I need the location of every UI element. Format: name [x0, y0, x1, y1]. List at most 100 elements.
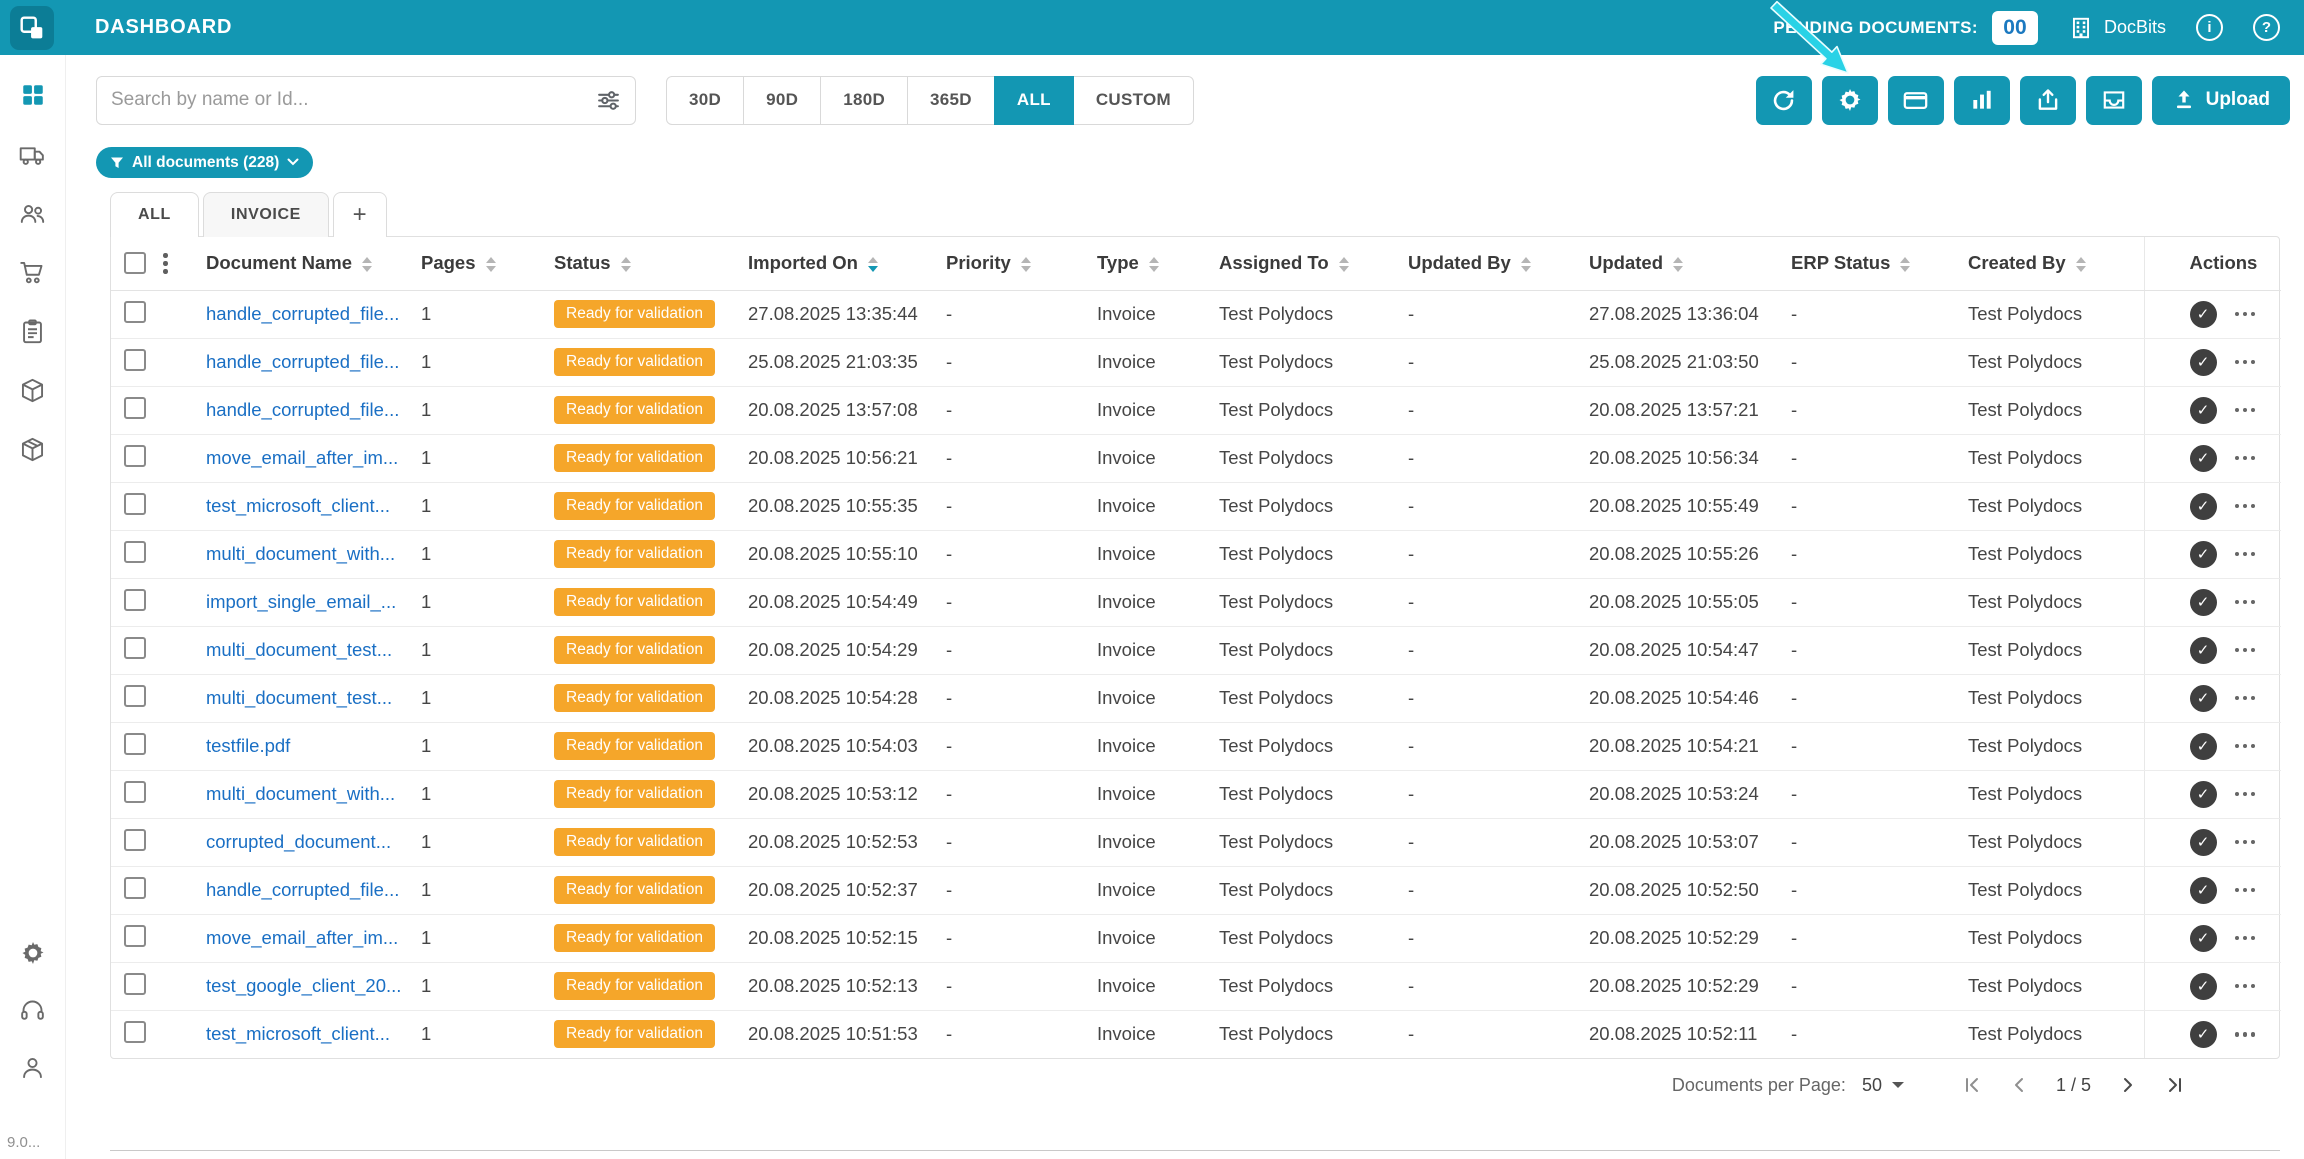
validate-icon[interactable]: ✓	[2189, 924, 2217, 952]
validate-icon[interactable]: ✓	[2189, 492, 2217, 520]
row-more-button[interactable]	[2233, 596, 2258, 609]
validate-icon[interactable]: ✓	[2189, 972, 2217, 1000]
document-link[interactable]: corrupted_document...	[206, 831, 391, 852]
validate-icon[interactable]: ✓	[2189, 540, 2217, 568]
row-checkbox[interactable]	[124, 1020, 146, 1043]
row-more-button[interactable]	[2233, 932, 2258, 945]
row-more-button[interactable]	[2233, 644, 2258, 657]
row-more-button[interactable]	[2233, 356, 2258, 369]
sidebar-item-packages[interactable]	[19, 435, 47, 463]
column-header-status[interactable]: Status	[554, 237, 748, 291]
sort-arrows[interactable]	[1338, 257, 1349, 272]
row-checkbox[interactable]	[124, 684, 146, 707]
validate-icon[interactable]: ✓	[2189, 588, 2217, 616]
validate-icon[interactable]: ✓	[2189, 300, 2217, 328]
document-link[interactable]: multi_document_with...	[206, 543, 395, 564]
document-link[interactable]: testfile.pdf	[206, 735, 290, 756]
sort-arrows[interactable]	[1020, 257, 1031, 272]
column-header-created_by[interactable]: Created By	[1968, 237, 2144, 291]
column-header-erp_status[interactable]: ERP Status	[1791, 237, 1968, 291]
row-more-button[interactable]	[2233, 692, 2258, 705]
column-header-pages[interactable]: Pages	[421, 237, 554, 291]
validate-icon[interactable]: ✓	[2189, 636, 2217, 664]
analytics-button[interactable]	[1953, 75, 2010, 125]
document-link[interactable]: handle_corrupted_file...	[206, 303, 399, 324]
row-checkbox[interactable]	[124, 540, 146, 563]
last-page-button[interactable]	[2165, 1075, 2185, 1095]
column-header-updated_by[interactable]: Updated By	[1408, 237, 1589, 291]
validate-icon[interactable]: ✓	[2189, 684, 2217, 712]
refresh-button[interactable]	[1755, 75, 1812, 125]
first-page-button[interactable]	[1962, 1075, 1982, 1095]
next-page-button[interactable]	[2118, 1075, 2138, 1095]
row-checkbox[interactable]	[124, 636, 146, 659]
document-link[interactable]: test_google_client_20...	[206, 975, 401, 996]
document-link[interactable]: test_microsoft_client...	[206, 495, 390, 516]
row-checkbox[interactable]	[124, 396, 146, 419]
sidebar-item-settings[interactable]	[19, 939, 47, 967]
sort-arrows[interactable]	[2075, 257, 2086, 272]
validate-icon[interactable]: ✓	[2189, 876, 2217, 904]
sidebar-item-documents[interactable]	[19, 317, 47, 345]
sort-arrows[interactable]	[867, 257, 878, 272]
per-page-caret-icon[interactable]	[1891, 1082, 1904, 1088]
sidebar-item-profile[interactable]	[19, 1053, 47, 1081]
time-filter-30d[interactable]: 30D	[666, 75, 745, 125]
payment-button[interactable]	[1887, 75, 1944, 125]
sort-arrows[interactable]	[1520, 257, 1531, 272]
document-link[interactable]: handle_corrupted_file...	[206, 351, 399, 372]
documents-filter-chip[interactable]: All documents (228)	[96, 147, 314, 178]
row-checkbox[interactable]	[124, 732, 146, 755]
tune-icon[interactable]	[596, 88, 621, 113]
time-filter-custom[interactable]: CUSTOM	[1072, 75, 1194, 125]
row-more-button[interactable]	[2233, 452, 2258, 465]
column-menu-icon[interactable]	[161, 251, 170, 276]
upload-button[interactable]: Upload	[2151, 75, 2290, 125]
document-link[interactable]: multi_document_test...	[206, 639, 392, 660]
row-more-button[interactable]	[2233, 308, 2258, 321]
inbox-button[interactable]	[2085, 75, 2142, 125]
sort-arrows[interactable]	[1673, 257, 1683, 272]
sort-arrows[interactable]	[620, 257, 631, 272]
sort-arrows[interactable]	[361, 257, 372, 272]
row-checkbox[interactable]	[124, 492, 146, 515]
time-filter-365d[interactable]: 365D	[907, 75, 995, 125]
row-more-button[interactable]	[2233, 980, 2258, 993]
add-tab-button[interactable]: +	[332, 192, 387, 237]
sidebar-item-support[interactable]	[19, 996, 47, 1024]
validate-icon[interactable]: ✓	[2189, 396, 2217, 424]
tab-invoice[interactable]: INVOICE	[202, 192, 329, 237]
column-header-type[interactable]: Type	[1097, 237, 1219, 291]
validate-icon[interactable]: ✓	[2189, 828, 2217, 856]
row-checkbox[interactable]	[124, 780, 146, 803]
validate-icon[interactable]: ✓	[2189, 444, 2217, 472]
column-header-assigned_to[interactable]: Assigned To	[1219, 237, 1408, 291]
column-header-priority[interactable]: Priority	[946, 237, 1097, 291]
row-checkbox[interactable]	[124, 924, 146, 947]
sort-arrows[interactable]	[1900, 257, 1911, 272]
time-filter-all[interactable]: ALL	[993, 75, 1074, 125]
document-link[interactable]: test_microsoft_client...	[206, 1023, 390, 1044]
sidebar-item-shipping[interactable]	[19, 140, 47, 168]
select-all-checkbox[interactable]	[124, 252, 146, 275]
row-checkbox[interactable]	[124, 972, 146, 995]
search-input[interactable]	[111, 89, 596, 111]
settings-button[interactable]	[1821, 75, 1878, 125]
row-more-button[interactable]	[2233, 740, 2258, 753]
row-more-button[interactable]	[2233, 548, 2258, 561]
sidebar-item-purchasing[interactable]	[19, 258, 47, 286]
sidebar-item-dashboard[interactable]	[19, 81, 47, 109]
info-button[interactable]: i	[2196, 14, 2223, 41]
per-page-value[interactable]: 50	[1862, 1075, 1882, 1096]
row-more-button[interactable]	[2233, 836, 2258, 849]
document-link[interactable]: multi_document_with...	[206, 783, 395, 804]
time-filter-90d[interactable]: 90D	[743, 75, 822, 125]
document-link[interactable]: multi_document_test...	[206, 687, 392, 708]
app-logo[interactable]	[10, 5, 54, 50]
document-link[interactable]: handle_corrupted_file...	[206, 879, 399, 900]
time-filter-180d[interactable]: 180D	[820, 75, 909, 125]
sort-arrows[interactable]	[1148, 257, 1159, 272]
row-checkbox[interactable]	[124, 348, 146, 371]
row-checkbox[interactable]	[124, 444, 146, 467]
document-link[interactable]: move_email_after_im...	[206, 447, 398, 468]
